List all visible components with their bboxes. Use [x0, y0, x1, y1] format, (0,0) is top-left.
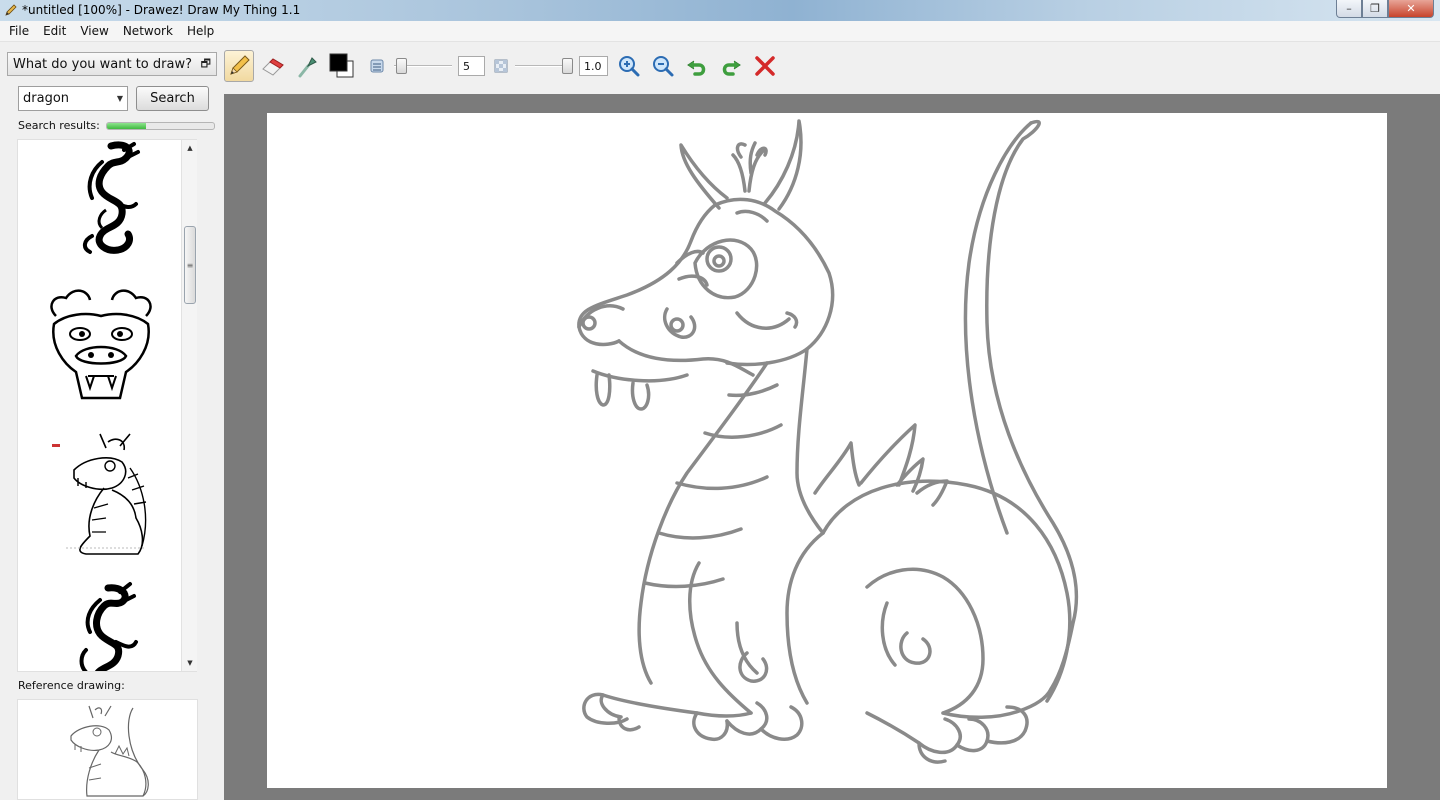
- dragon-drawing: [577, 119, 1079, 764]
- undo-icon: [687, 60, 706, 76]
- brush-size-slider[interactable]: [396, 58, 408, 74]
- undo-button[interactable]: [684, 50, 710, 82]
- menu-file[interactable]: File: [2, 24, 36, 38]
- app-pencil-icon: [5, 4, 17, 16]
- search-input-value: dragon: [23, 91, 70, 106]
- canvas-area: [224, 94, 1440, 800]
- result-thumbnail[interactable]: [18, 276, 183, 406]
- drawing-toolbar: 5 1.0: [222, 50, 1440, 82]
- clear-button[interactable]: [752, 50, 778, 82]
- eraser-tool-button[interactable]: [258, 50, 288, 82]
- zoom-out-button[interactable]: [650, 50, 676, 82]
- window-title: *untitled [100%] - Drawez! Draw My Thing…: [22, 3, 301, 17]
- zoom-out-icon: [653, 56, 674, 77]
- reference-drawing-label: Reference drawing:: [18, 679, 125, 692]
- eyedropper-icon: [298, 57, 317, 78]
- brush-size-field[interactable]: 5: [458, 56, 485, 76]
- zoom-in-button[interactable]: [616, 50, 642, 82]
- opacity-field[interactable]: 1.0: [579, 56, 608, 76]
- result-thumbnail[interactable]: [18, 580, 183, 671]
- menu-help[interactable]: Help: [180, 24, 221, 38]
- color-swatch[interactable]: [326, 50, 358, 82]
- panel-header: What do you want to draw? 🗗: [7, 52, 217, 76]
- clear-icon: [755, 56, 775, 76]
- title-bar: *untitled [100%] - Drawez! Draw My Thing…: [0, 0, 1440, 21]
- scroll-up-arrow-icon[interactable]: ▲: [182, 140, 198, 156]
- pencil-icon: [230, 55, 250, 75]
- results-scrollbar[interactable]: ▲ ≡ ▼: [181, 140, 197, 671]
- pencil-tool-button[interactable]: [224, 50, 254, 82]
- redo-icon: [722, 60, 741, 76]
- eyedropper-tool-button[interactable]: [292, 50, 322, 82]
- menu-network[interactable]: Network: [116, 24, 180, 38]
- zoom-in-icon: [619, 56, 640, 77]
- search-input[interactable]: dragon ▼: [18, 86, 128, 111]
- menu-edit[interactable]: Edit: [36, 24, 73, 38]
- close-button[interactable]: ✕: [1388, 0, 1434, 18]
- panel-title: What do you want to draw?: [13, 56, 192, 72]
- reference-drawing: [17, 699, 198, 800]
- search-button[interactable]: Search: [136, 86, 209, 111]
- search-panel: What do you want to draw? 🗗 dragon ▼ Sea…: [7, 52, 217, 800]
- scroll-down-arrow-icon[interactable]: ▼: [182, 655, 198, 671]
- chevron-down-icon[interactable]: ▼: [117, 94, 123, 103]
- maximize-button[interactable]: ❐: [1362, 0, 1388, 18]
- eraser-icon: [262, 58, 284, 76]
- opacity-slider[interactable]: [562, 58, 573, 74]
- result-thumbnail[interactable]: [18, 428, 183, 558]
- redo-button[interactable]: [718, 50, 744, 82]
- opacity-icon: [490, 50, 512, 82]
- drawing-canvas[interactable]: [267, 113, 1387, 788]
- color-swatch-icon: [329, 53, 354, 78]
- result-thumbnail[interactable]: [18, 140, 183, 258]
- panel-restore-icon[interactable]: 🗗: [201, 55, 211, 74]
- brush-size-icon: [366, 50, 388, 82]
- menu-bar: File Edit View Network Help: [0, 21, 1440, 42]
- search-results-label: Search results:: [18, 119, 100, 132]
- search-results-list[interactable]: [17, 139, 197, 672]
- menu-view[interactable]: View: [73, 24, 115, 38]
- scrollbar-thumb[interactable]: ≡: [184, 226, 196, 304]
- search-progress-bar: [105, 121, 215, 130]
- minimize-button[interactable]: –: [1336, 0, 1362, 18]
